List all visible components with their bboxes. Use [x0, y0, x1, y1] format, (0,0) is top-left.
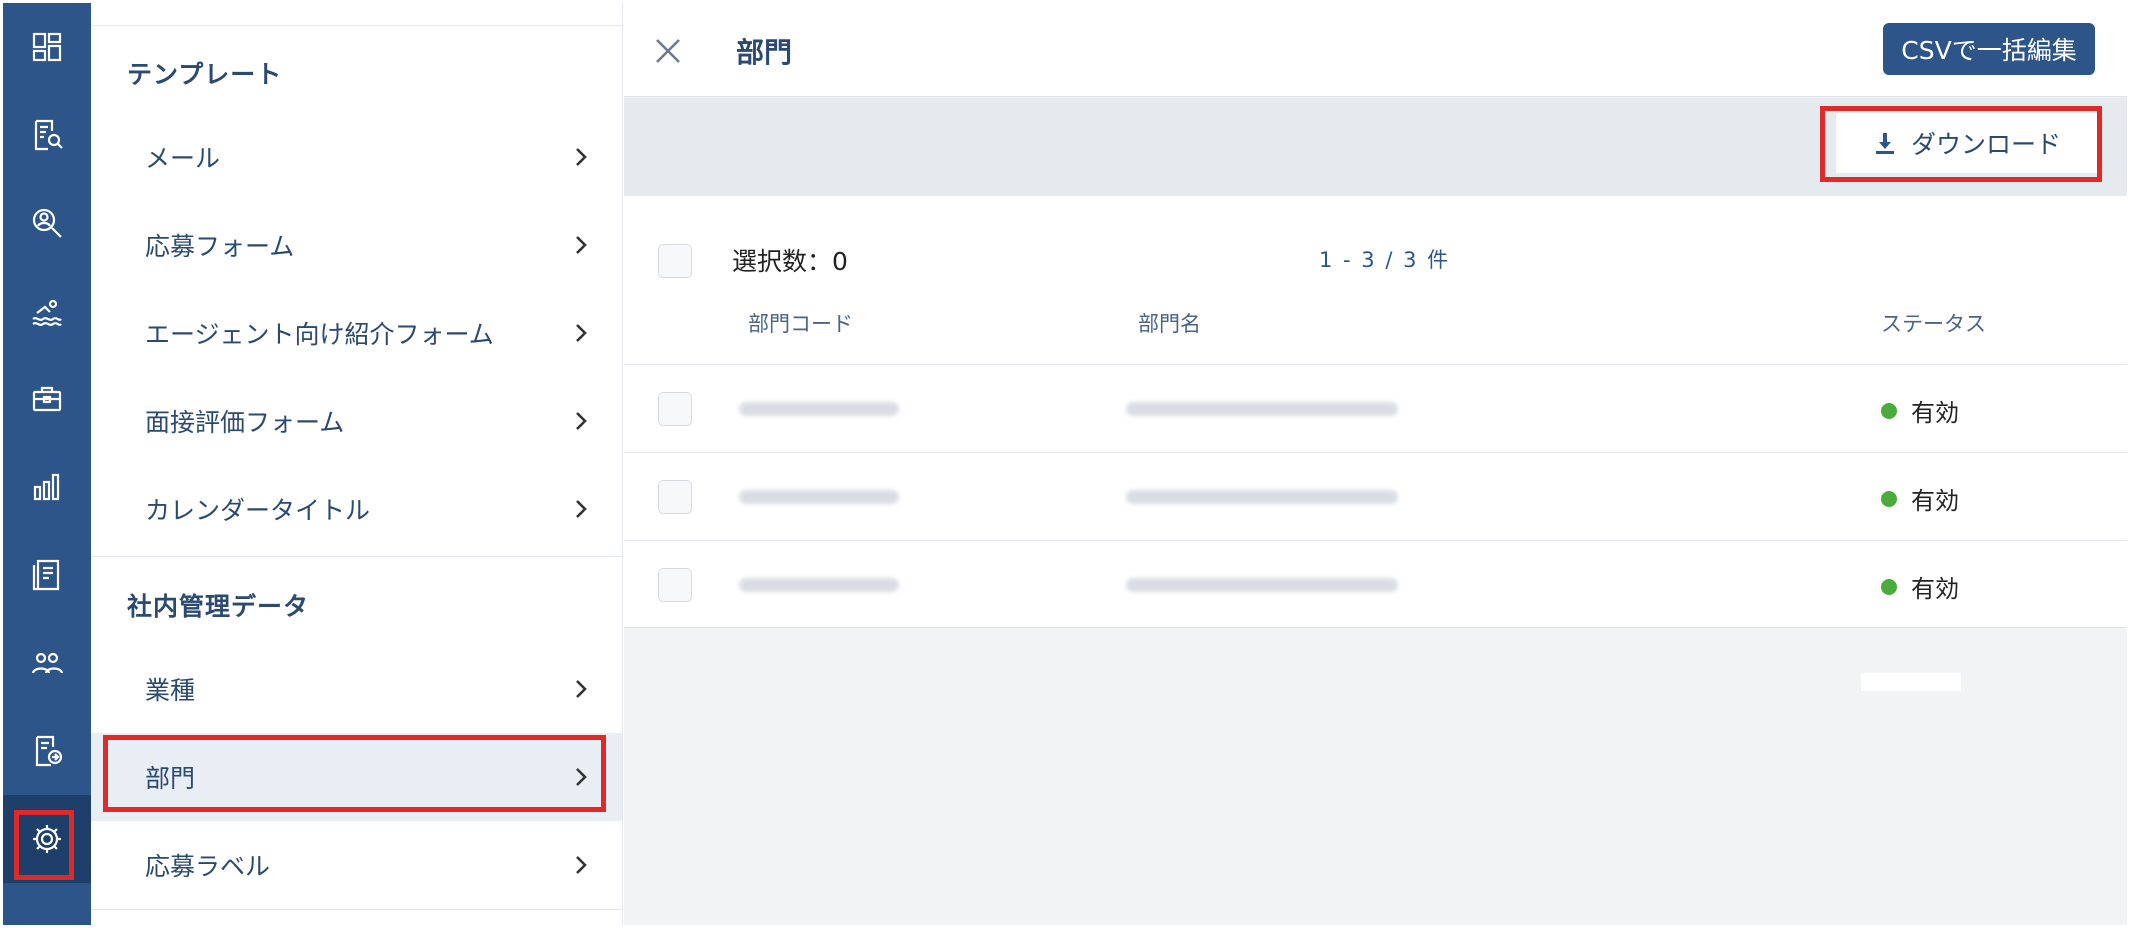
close-icon[interactable]	[652, 35, 684, 67]
department-code-redacted	[739, 578, 899, 592]
chevron-right-icon	[576, 680, 587, 698]
menu-item-department[interactable]: 部門	[91, 733, 622, 821]
rail-item-documents[interactable]	[3, 91, 91, 179]
status-dot	[1881, 402, 1897, 419]
rail-item-analytics[interactable]	[3, 443, 91, 531]
department-name-redacted	[1126, 490, 1398, 504]
menu-top-divider	[91, 25, 622, 26]
row-checkbox[interactable]	[658, 392, 692, 426]
column-header-status[interactable]: ステータス	[1881, 308, 1986, 338]
document-export-icon	[35, 735, 63, 767]
column-header-name[interactable]: 部門名	[1138, 308, 1201, 338]
briefcase-icon	[32, 386, 62, 412]
menu-item-label: カレンダータイトル	[145, 496, 371, 525]
section-title-internal-data: 社内管理データ	[127, 592, 310, 621]
icon-rail	[3, 3, 91, 925]
main-panel: 部門 CSVで一括編集 ダウンロード 選択数：0 1 - 3 / 3 件 部門コ…	[624, 3, 2127, 925]
rail-item-swimmer[interactable]	[3, 267, 91, 355]
table-row[interactable]: 有効	[624, 540, 2127, 628]
blank-chip	[1861, 673, 1961, 691]
status-dot	[1881, 578, 1897, 595]
row-checkbox[interactable]	[658, 568, 692, 602]
department-name-redacted	[1126, 578, 1398, 592]
status-badge: 有効	[1881, 481, 1959, 516]
bar-chart-icon	[33, 473, 60, 501]
download-label: ダウンロード	[1910, 130, 2061, 159]
page-title: 部門	[736, 36, 793, 69]
chevron-right-icon	[576, 856, 587, 874]
person-search-icon	[32, 208, 62, 238]
swimmer-icon	[32, 299, 62, 326]
rail-item-export[interactable]	[3, 707, 91, 795]
chevron-right-icon	[576, 236, 587, 254]
document-search-icon	[34, 119, 63, 151]
menu-item-industry[interactable]: 業種	[91, 645, 622, 733]
users-icon	[31, 652, 64, 674]
menu-item-agent-referral-form[interactable]: エージェント向け紹介フォーム	[91, 289, 622, 377]
gear-icon	[33, 825, 61, 853]
pagination-info: 1 - 3 / 3 件	[1319, 248, 1451, 272]
menu-item-label: 応募フォーム	[145, 232, 295, 261]
menu-item-calendar-title[interactable]: カレンダータイトル	[91, 465, 622, 553]
menu-item-label: 応募ラベル	[145, 852, 271, 881]
chevron-right-icon	[576, 412, 587, 430]
settings-menu: テンプレート メール 応募フォーム エージェント向け紹介フォーム 面接評価フォー…	[91, 3, 623, 925]
csv-bulk-edit-button[interactable]: CSVで一括編集	[1883, 23, 2095, 75]
status-dot	[1881, 490, 1897, 507]
section-title-templates: テンプレート	[127, 60, 283, 89]
chevron-right-icon	[576, 324, 587, 342]
toolbar: ダウンロード	[624, 98, 2127, 196]
section-divider	[91, 556, 622, 557]
menu-bottom-divider	[91, 909, 622, 910]
report-icon	[32, 559, 60, 591]
row-checkbox[interactable]	[658, 480, 692, 514]
rail-item-users[interactable]	[3, 619, 91, 707]
chevron-right-icon	[576, 768, 587, 786]
menu-item-label: 面接評価フォーム	[145, 408, 345, 437]
selection-count: 選択数：0	[732, 247, 848, 276]
status-badge: 有効	[1881, 393, 1959, 428]
department-code-redacted	[739, 490, 899, 504]
status-badge: 有効	[1881, 569, 1959, 604]
rail-item-settings[interactable]	[3, 795, 91, 883]
column-header-code[interactable]: 部門コード	[748, 308, 853, 338]
rail-item-jobs[interactable]	[3, 355, 91, 443]
menu-item-application-label[interactable]: 応募ラベル	[91, 821, 622, 909]
status-text: 有効	[1911, 487, 1959, 515]
status-text: 有効	[1911, 399, 1959, 427]
table-row[interactable]: 有効	[624, 452, 2127, 540]
panel-header: 部門 CSVで一括編集	[624, 3, 2127, 97]
rail-item-dashboard[interactable]	[3, 3, 91, 91]
menu-item-label: 部門	[145, 764, 196, 793]
download-icon	[1875, 133, 1894, 154]
menu-item-interview-evaluation-form[interactable]: 面接評価フォーム	[91, 377, 622, 465]
menu-item-label: 業種	[145, 676, 196, 705]
chevron-right-icon	[576, 148, 587, 166]
dashboard-icon	[32, 32, 62, 62]
department-name-redacted	[1126, 402, 1398, 416]
rail-item-reports[interactable]	[3, 531, 91, 619]
status-text: 有効	[1911, 575, 1959, 603]
select-all-checkbox[interactable]	[658, 244, 692, 278]
menu-item-label: エージェント向け紹介フォーム	[145, 320, 494, 349]
chevron-right-icon	[576, 500, 587, 518]
download-button[interactable]: ダウンロード	[1836, 113, 2098, 173]
department-code-redacted	[739, 402, 899, 416]
table-row[interactable]: 有効	[624, 364, 2127, 452]
department-table: 選択数：0 1 - 3 / 3 件 部門コード 部門名 ステータス 有効 有効 …	[624, 196, 2127, 628]
menu-item-label: メール	[145, 144, 221, 173]
menu-item-mail[interactable]: メール	[91, 113, 622, 201]
menu-item-application-form[interactable]: 応募フォーム	[91, 201, 622, 289]
rail-item-candidates[interactable]	[3, 179, 91, 267]
